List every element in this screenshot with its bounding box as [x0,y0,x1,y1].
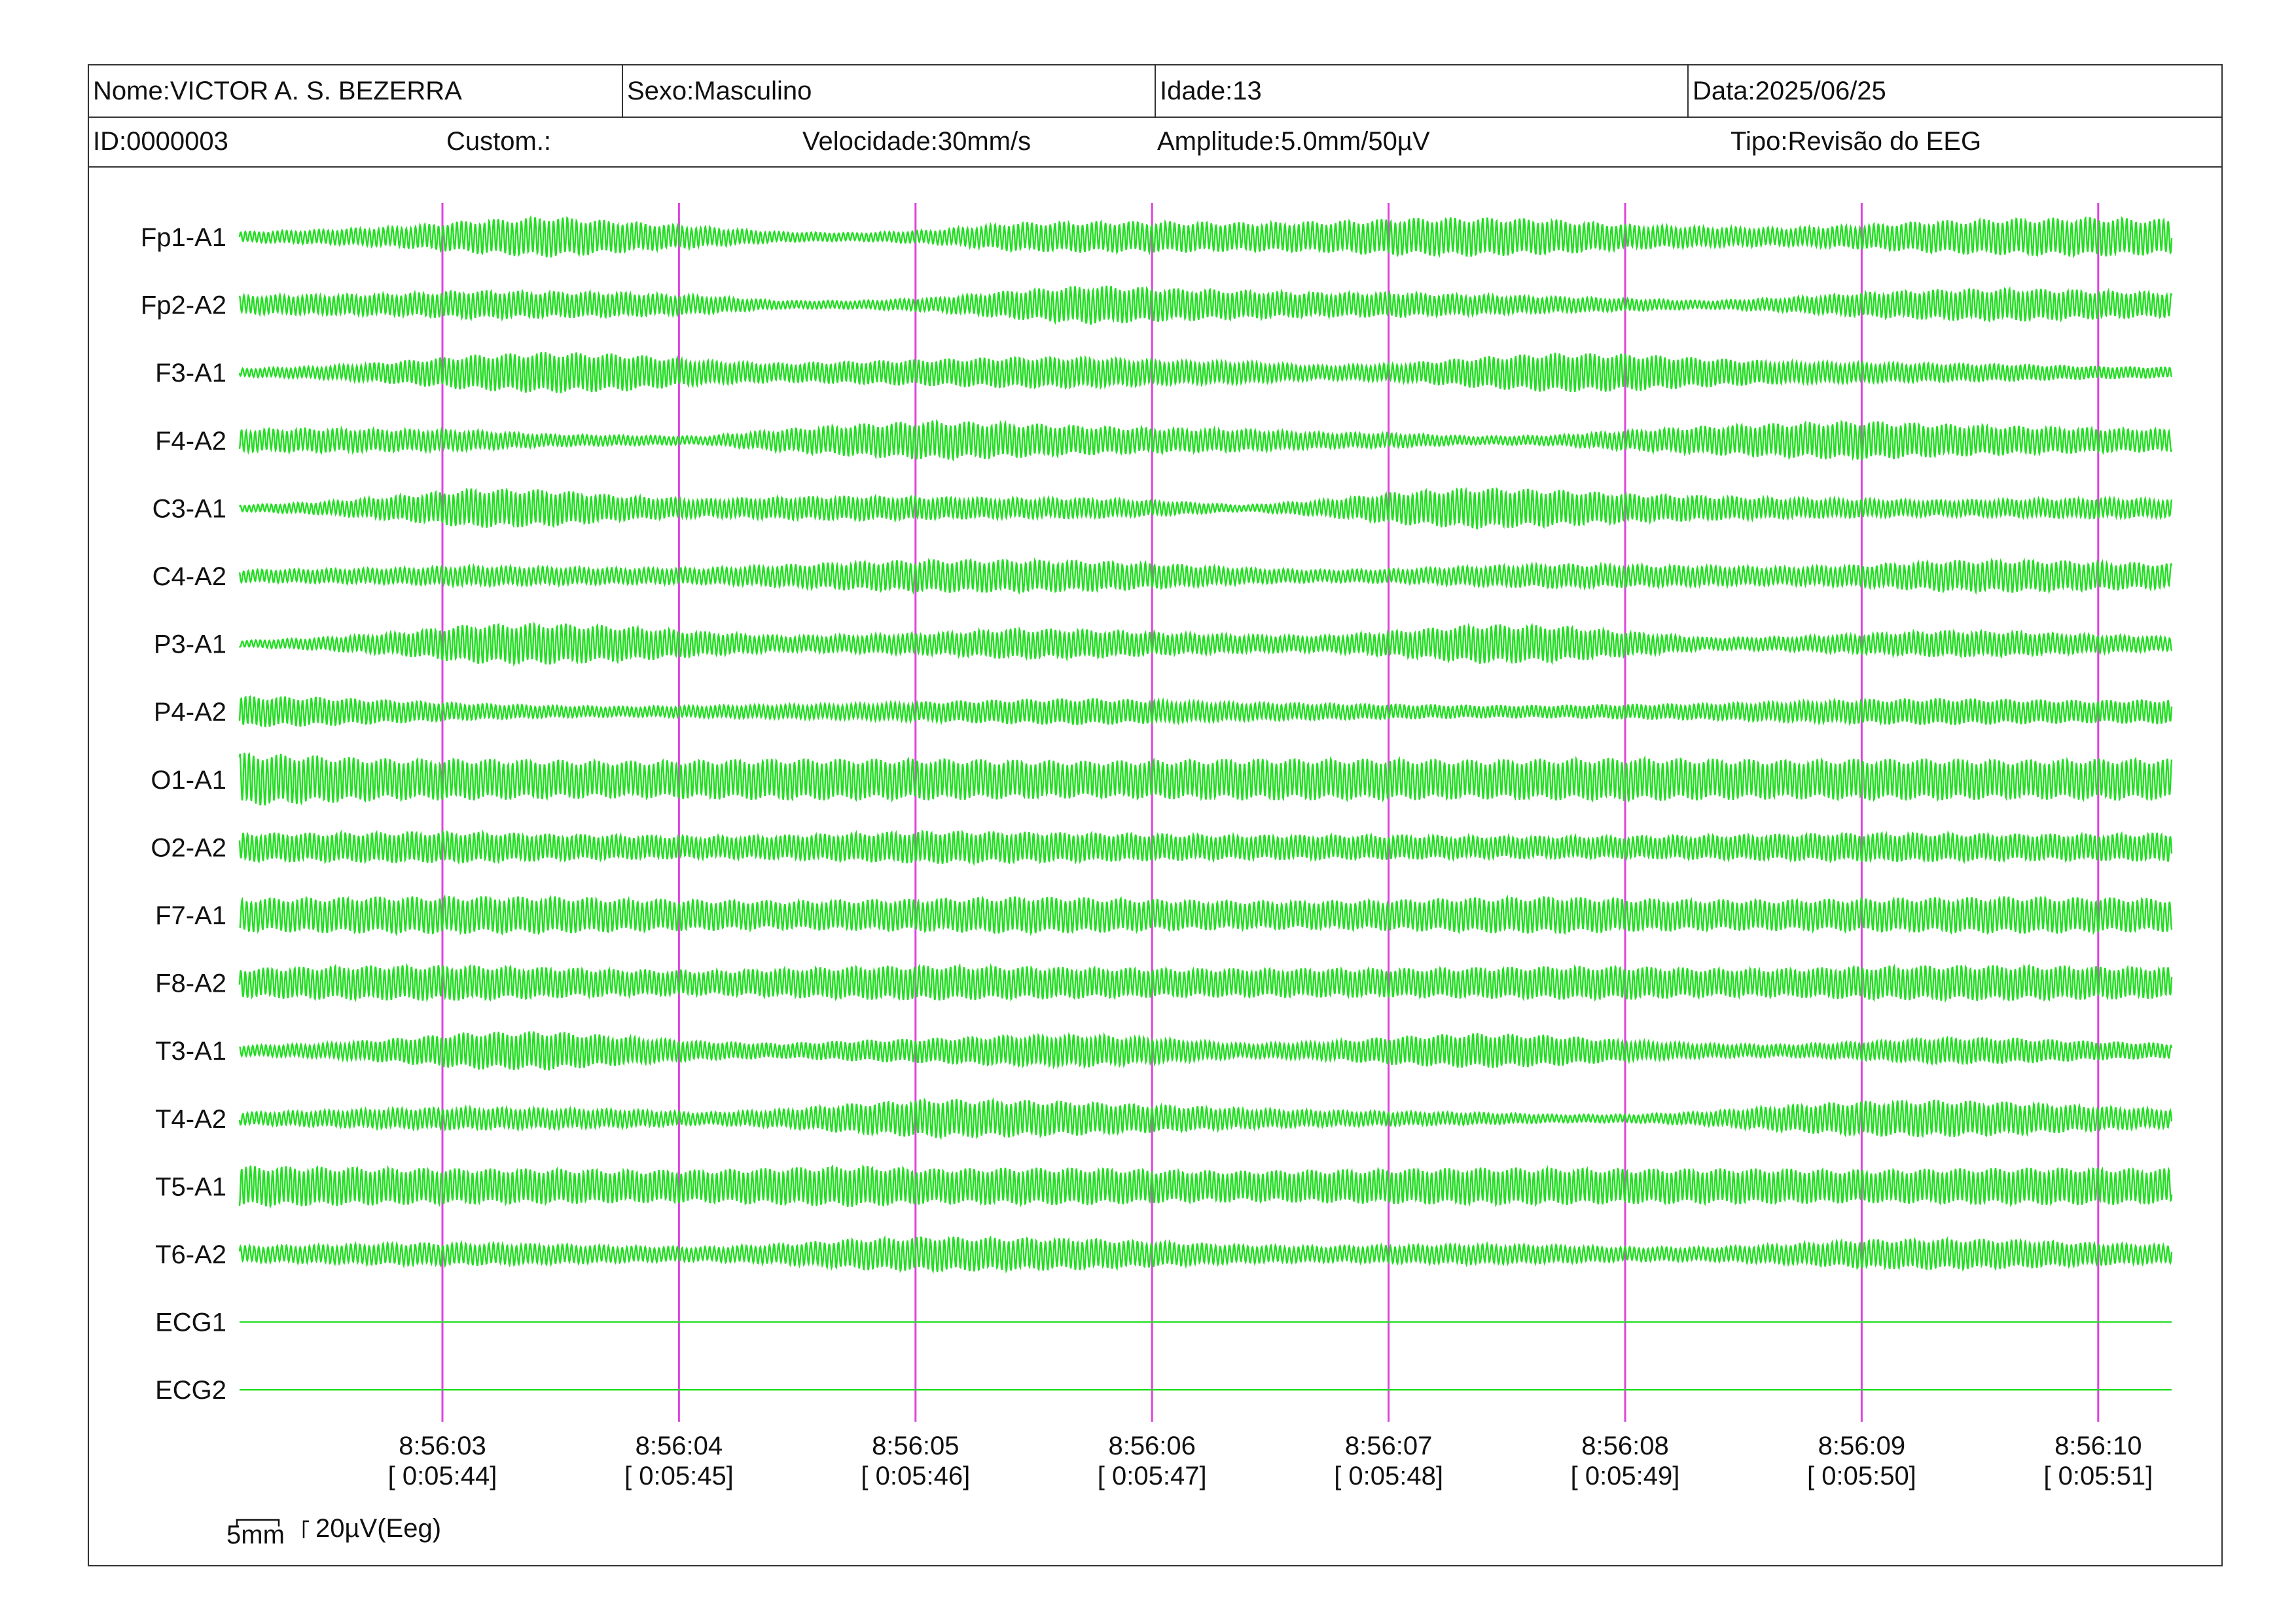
time-marker-elapsed: [ 0:05:51] [2043,1462,2153,1490]
amplitude-scale-bracket [302,1520,309,1538]
time-marker-clock: 8:56:06 [1108,1432,1195,1460]
amplitude-scale-label: 20µV(Eeg) [315,1514,441,1543]
eeg-trace [238,557,2173,595]
eeg-trace [238,352,2173,393]
channel-label: F4-A2 [155,427,226,456]
time-marker-elapsed: [ 0:05:50] [1807,1462,1916,1490]
channel-label: T5-A1 [155,1172,226,1201]
eeg-trace [238,418,2173,462]
eeg-trace [238,752,2173,806]
time-label-group: 8:56:03[ 0:05:44] 8:56:04[ 0:05:45] 8:56:0… [388,1432,2153,1490]
channel-label: O2-A2 [151,833,226,862]
channel-label: P3-A1 [154,630,226,659]
eeg-trace [238,215,2173,259]
eeg-trace [238,962,2173,1003]
channel-label: O1-A1 [151,766,226,795]
time-marker-clock: 8:56:05 [872,1432,959,1460]
eeg-trace [238,1031,2173,1071]
time-marker-clock: 8:56:07 [1345,1432,1432,1460]
eeg-trace [238,829,2173,867]
eeg-trace-group [238,215,2173,1391]
eeg-trace-chart: Fp1-A1 Fp2-A2 F3-A1 F4-A2 C3-A1 C4-A2 P3-A1 P4-… [141,203,2173,1549]
channel-label-group: Fp1-A1 Fp2-A2 F3-A1 F4-A2 C3-A1 C4-A2 P3-A1 P4-… [141,223,226,1405]
time-marker-elapsed: [ 0:05:49] [1571,1462,1680,1490]
channel-label: F7-A1 [155,901,226,930]
eeg-trace [238,695,2173,728]
eeg-trace [238,1164,2173,1210]
time-marker-elapsed: [ 0:05:45] [624,1462,734,1490]
channel-label: T4-A2 [155,1105,226,1134]
time-marker-elapsed: [ 0:05:47] [1098,1462,1207,1490]
eeg-trace [238,1097,2173,1140]
channel-label: ECG2 [155,1376,226,1405]
channel-label: Fp1-A1 [141,223,226,252]
time-marker-elapsed: [ 0:05:46] [861,1462,970,1490]
channel-label: T6-A2 [155,1240,226,1269]
channel-label: ECG1 [155,1308,226,1337]
eeg-trace [238,1235,2173,1274]
time-marker-elapsed: [ 0:05:48] [1334,1462,1443,1490]
time-scale-label: 5mm [226,1521,285,1549]
time-marker-clock: 8:56:10 [2054,1432,2142,1460]
channel-label: C4-A2 [152,562,226,591]
time-marker-elapsed: [ 0:05:44] [388,1462,497,1490]
calibration-scale-bar: 5mm 20µV(Eeg) [226,1514,441,1549]
channel-label: Fp2-A2 [141,291,226,320]
channel-label: F3-A1 [155,359,226,388]
channel-label: F8-A2 [155,969,226,998]
eeg-trace [238,285,2173,325]
time-marker-clock: 8:56:03 [399,1432,486,1460]
eeg-trace [238,486,2173,530]
time-marker-clock: 8:56:04 [636,1432,723,1460]
time-marker-clock: 8:56:09 [1818,1432,1905,1460]
channel-label: T3-A1 [155,1037,226,1066]
channel-label: P4-A2 [154,698,226,727]
eeg-trace [238,621,2173,667]
eeg-trace [239,894,2173,937]
time-marker-group [441,203,2100,1422]
channel-label: C3-A1 [152,494,226,523]
time-marker-clock: 8:56:08 [1581,1432,1668,1460]
